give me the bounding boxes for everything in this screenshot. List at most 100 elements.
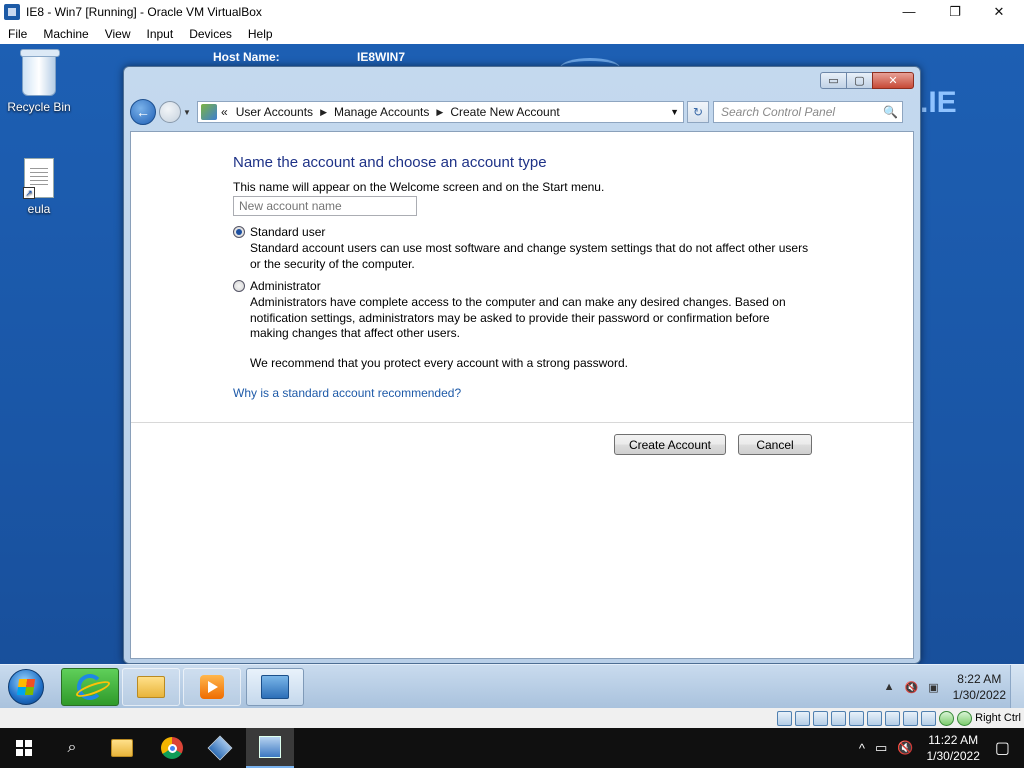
menu-devices[interactable]: Devices <box>181 27 240 41</box>
internet-explorer-icon <box>77 674 103 700</box>
mouse-integration-status-icon[interactable] <box>939 710 955 726</box>
eula-label: eula <box>27 202 51 216</box>
folder-icon <box>111 739 133 757</box>
host-virtualbox-manager-button[interactable] <box>196 728 244 768</box>
virtualbox-app-icon <box>4 3 20 20</box>
host-clock[interactable]: 11:22 AM 1/30/2022 <box>926 732 979 764</box>
host-system-tray: ^ ▭ 🔇 11:22 AM 1/30/2022 ▢ <box>854 728 1024 768</box>
folder-icon <box>137 676 165 698</box>
breadcrumb-separator-icon[interactable]: ▶ <box>436 107 443 118</box>
cp-maximize-button[interactable]: ▢ <box>846 72 873 89</box>
forward-button[interactable] <box>159 101 181 123</box>
host-search-button[interactable]: ⌕ <box>48 728 96 768</box>
shortcut-arrow-icon: ↗ <box>23 187 35 199</box>
create-account-button[interactable]: Create Account <box>614 434 726 455</box>
address-dropdown-icon[interactable]: ▼ <box>670 107 679 117</box>
menu-input[interactable]: Input <box>139 27 182 41</box>
start-button[interactable] <box>8 669 44 705</box>
back-button[interactable]: ← <box>130 99 156 125</box>
recycle-bin-icon <box>20 49 60 96</box>
show-hidden-icons-arrow[interactable]: ▲ <box>884 681 895 693</box>
show-desktop-button[interactable] <box>1010 665 1024 708</box>
breadcrumb-user-accounts[interactable]: User Accounts <box>236 105 313 119</box>
audio-status-icon[interactable] <box>813 710 829 726</box>
standard-user-label[interactable]: Standard user <box>250 225 325 239</box>
search-box[interactable]: Search Control Panel 🔍 <box>713 101 903 123</box>
guest-taskbar: ▲ 🔇 ▣ 8:22 AM 1/30/2022 <box>0 664 1024 708</box>
cp-minimize-button[interactable]: ▭ <box>820 72 847 89</box>
chrome-icon <box>161 737 183 759</box>
host-file-explorer-button[interactable] <box>98 728 146 768</box>
media-player-icon <box>200 675 224 699</box>
search-icon: ⌕ <box>67 739 77 756</box>
guest-date: 1/30/2022 <box>952 688 1006 702</box>
refresh-button[interactable]: ↻ <box>687 101 709 123</box>
control-panel-window: ▭ ▢ ✕ ← ▼ « User Accounts ▶ Manage Accou… <box>123 66 921 664</box>
host-start-button[interactable] <box>0 728 48 768</box>
administrator-description: Administrators have complete access to t… <box>250 295 786 340</box>
wallpaper-brand-text: .IE <box>920 86 957 119</box>
network-icon[interactable]: ▭ <box>875 740 887 756</box>
video-capture-status-icon[interactable] <box>903 710 919 726</box>
breadcrumb-separator-icon[interactable]: ▶ <box>320 107 327 118</box>
window-controls: ▭ ▢ ✕ <box>820 72 914 89</box>
breadcrumb-create-new-account[interactable]: Create New Account <box>450 105 559 119</box>
menu-machine[interactable]: Machine <box>35 27 96 41</box>
search-icon[interactable]: 🔍 <box>883 105 898 119</box>
eula-desktop-icon[interactable]: ↗ eula <box>1 158 77 216</box>
vbox-minimize-button[interactable]: — <box>886 0 932 23</box>
host-date: 1/30/2022 <box>926 749 980 763</box>
network-status-icon[interactable] <box>831 710 847 726</box>
standard-account-help-link[interactable]: Why is a standard account recommended? <box>233 386 461 400</box>
host-chrome-button[interactable] <box>148 728 196 768</box>
recent-pages-dropdown[interactable]: ▼ <box>183 108 193 117</box>
breadcrumb-manage-accounts[interactable]: Manage Accounts <box>334 105 429 119</box>
taskbar-control-panel[interactable] <box>246 668 304 706</box>
password-recommendation: We recommend that you protect every acco… <box>250 356 628 370</box>
address-bar[interactable]: « User Accounts ▶ Manage Accounts ▶ Crea… <box>197 101 684 123</box>
show-hidden-icons-arrow[interactable]: ^ <box>859 741 865 756</box>
cp-close-button[interactable]: ✕ <box>872 72 914 89</box>
notifications-icon[interactable]: ▢ <box>995 738 1010 758</box>
vbox-status-bar: Right Ctrl <box>0 708 1024 728</box>
hard-disk-status-icon[interactable] <box>777 710 793 726</box>
standard-user-radio[interactable] <box>233 226 245 238</box>
host-vm-window-button[interactable] <box>246 728 294 768</box>
host-name-info: Host Name: IE8WIN7 <box>213 50 405 64</box>
optical-drive-status-icon[interactable] <box>795 710 811 726</box>
menu-view[interactable]: View <box>97 27 139 41</box>
administrator-label[interactable]: Administrator <box>250 279 321 293</box>
menu-help[interactable]: Help <box>240 27 281 41</box>
host-key-label[interactable]: Right Ctrl <box>975 712 1021 724</box>
guest-clock[interactable]: 8:22 AM 1/30/2022 <box>953 671 1006 703</box>
name-description: This name will appear on the Welcome scr… <box>233 180 605 194</box>
cancel-button[interactable]: Cancel <box>738 434 812 455</box>
standard-user-description: Standard account users can use most soft… <box>250 241 809 271</box>
taskbar-media-player[interactable] <box>183 668 241 706</box>
host-name-value: IE8WIN7 <box>357 50 406 64</box>
vbox-close-button[interactable]: ✕ <box>976 0 1022 23</box>
guest-system-tray: ▲ 🔇 ▣ 8:22 AM 1/30/2022 <box>884 671 1006 703</box>
usb-status-icon[interactable] <box>849 710 865 726</box>
virtualbox-icon <box>207 735 233 761</box>
taskbar-internet-explorer[interactable] <box>61 668 119 706</box>
volume-muted-icon[interactable]: 🔇 <box>905 681 919 694</box>
account-name-input[interactable] <box>233 196 417 216</box>
display-status-icon[interactable] <box>885 710 901 726</box>
breadcrumb-overflow[interactable]: « <box>221 105 228 119</box>
virtualbox-vm-icon <box>259 736 281 758</box>
recycle-bin-desktop-icon[interactable]: Recycle Bin <box>1 49 77 114</box>
administrator-radio[interactable] <box>233 280 245 292</box>
taskbar-windows-explorer[interactable] <box>122 668 180 706</box>
shared-folders-status-icon[interactable] <box>867 710 883 726</box>
menu-file[interactable]: File <box>0 27 35 41</box>
windows-logo-icon <box>16 740 32 756</box>
vbox-maximize-button[interactable]: ❐ <box>932 0 978 23</box>
network-icon[interactable]: ▣ <box>928 681 938 694</box>
host-name-label: Host Name: <box>213 50 280 64</box>
keyboard-capture-status-icon[interactable] <box>957 710 973 726</box>
content-divider <box>131 422 913 423</box>
virtualization-status-icon[interactable] <box>921 710 937 726</box>
volume-muted-icon[interactable]: 🔇 <box>897 740 913 756</box>
text-file-icon: ↗ <box>23 158 54 199</box>
